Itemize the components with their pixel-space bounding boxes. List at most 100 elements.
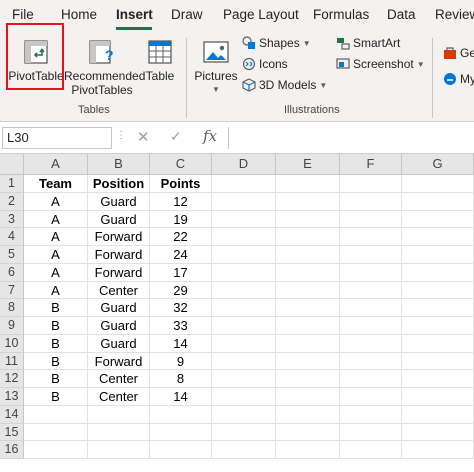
- cell[interactable]: 14: [150, 388, 212, 406]
- column-header[interactable]: C: [150, 154, 212, 175]
- cell[interactable]: 17: [150, 263, 212, 282]
- cell[interactable]: A: [24, 281, 88, 300]
- cell[interactable]: [402, 317, 474, 335]
- row-header[interactable]: 16: [0, 441, 24, 459]
- recommended-pivottables-button[interactable]: ? Recommended PivotTables: [64, 38, 145, 97]
- cell[interactable]: [276, 334, 340, 353]
- cell[interactable]: [212, 441, 276, 459]
- cell[interactable]: B: [24, 299, 88, 317]
- name-box[interactable]: L30: [2, 127, 112, 149]
- cell[interactable]: 9: [150, 352, 212, 371]
- cell[interactable]: B: [24, 352, 88, 371]
- cell[interactable]: 24: [150, 246, 212, 264]
- cell[interactable]: [212, 334, 276, 353]
- cell[interactable]: [212, 192, 276, 211]
- cell[interactable]: [340, 299, 402, 317]
- cell[interactable]: [24, 441, 88, 459]
- cell[interactable]: [212, 405, 276, 424]
- cell[interactable]: [340, 423, 402, 442]
- cell[interactable]: Center: [88, 281, 150, 300]
- cell[interactable]: Forward: [88, 352, 150, 371]
- column-header[interactable]: G: [402, 154, 474, 175]
- cell[interactable]: [276, 263, 340, 282]
- cell[interactable]: [340, 370, 402, 388]
- column-header[interactable]: A: [24, 154, 88, 175]
- cell[interactable]: [276, 405, 340, 424]
- row-header[interactable]: 1: [0, 175, 24, 193]
- cell[interactable]: 19: [150, 210, 212, 229]
- formula-input[interactable]: [228, 127, 474, 149]
- cell[interactable]: [212, 228, 276, 246]
- tab-review[interactable]: Review: [435, 7, 474, 22]
- cell[interactable]: 32: [150, 299, 212, 317]
- cell[interactable]: [340, 246, 402, 264]
- cell[interactable]: [402, 334, 474, 353]
- cell[interactable]: [402, 192, 474, 211]
- cell[interactable]: [340, 210, 402, 229]
- cell[interactable]: [212, 263, 276, 282]
- cell[interactable]: [402, 352, 474, 371]
- cell[interactable]: [402, 299, 474, 317]
- cell[interactable]: A: [24, 263, 88, 282]
- screenshot-button[interactable]: Screenshot ▼: [336, 57, 425, 71]
- cell[interactable]: Points: [150, 175, 212, 193]
- more-icon[interactable]: ⋮: [116, 130, 126, 141]
- cell[interactable]: [24, 423, 88, 442]
- cell[interactable]: [150, 405, 212, 424]
- cell[interactable]: 22: [150, 228, 212, 246]
- tab-formulas[interactable]: Formulas: [313, 7, 369, 22]
- cell[interactable]: 33: [150, 317, 212, 335]
- cell[interactable]: [212, 388, 276, 406]
- cell[interactable]: A: [24, 246, 88, 264]
- row-header[interactable]: 11: [0, 352, 24, 371]
- cell[interactable]: [24, 405, 88, 424]
- cell[interactable]: [402, 263, 474, 282]
- tab-draw[interactable]: Draw: [171, 7, 203, 22]
- cell[interactable]: [212, 299, 276, 317]
- cell[interactable]: Center: [88, 388, 150, 406]
- insert-function-icon[interactable]: fx: [203, 127, 217, 145]
- cell[interactable]: [340, 405, 402, 424]
- tab-file[interactable]: File: [12, 7, 34, 22]
- cell[interactable]: [402, 405, 474, 424]
- cell[interactable]: [340, 228, 402, 246]
- row-header[interactable]: 3: [0, 210, 24, 229]
- enter-icon[interactable]: ✓: [170, 128, 182, 145]
- cell[interactable]: [212, 352, 276, 371]
- cell[interactable]: Guard: [88, 192, 150, 211]
- cell[interactable]: Guard: [88, 317, 150, 335]
- cell[interactable]: [402, 423, 474, 442]
- tab-data[interactable]: Data: [387, 7, 416, 22]
- cell[interactable]: B: [24, 334, 88, 353]
- pictures-button[interactable]: Pictures ▼: [194, 38, 238, 97]
- row-header[interactable]: 4: [0, 228, 24, 246]
- row-header[interactable]: 9: [0, 317, 24, 335]
- cell[interactable]: [340, 175, 402, 193]
- cell[interactable]: [276, 370, 340, 388]
- row-header[interactable]: 15: [0, 423, 24, 442]
- row-header[interactable]: 10: [0, 334, 24, 353]
- cell[interactable]: [212, 246, 276, 264]
- cell[interactable]: [340, 192, 402, 211]
- cell[interactable]: [212, 210, 276, 229]
- cell[interactable]: [402, 388, 474, 406]
- icons-button[interactable]: Icons: [242, 57, 288, 71]
- cell[interactable]: Forward: [88, 263, 150, 282]
- cell[interactable]: [402, 210, 474, 229]
- cell[interactable]: [276, 228, 340, 246]
- cell[interactable]: [402, 228, 474, 246]
- cell[interactable]: [276, 299, 340, 317]
- cell[interactable]: Forward: [88, 228, 150, 246]
- row-header[interactable]: 14: [0, 405, 24, 424]
- cell[interactable]: [88, 423, 150, 442]
- cell[interactable]: A: [24, 210, 88, 229]
- my-addins-button[interactable]: My: [443, 72, 474, 86]
- row-header[interactable]: 13: [0, 388, 24, 406]
- cell[interactable]: [212, 370, 276, 388]
- column-header[interactable]: B: [88, 154, 150, 175]
- table-button[interactable]: Table: [143, 38, 177, 83]
- cell[interactable]: Position: [88, 175, 150, 193]
- cell[interactable]: B: [24, 317, 88, 335]
- cell[interactable]: 29: [150, 281, 212, 300]
- cell[interactable]: Forward: [88, 246, 150, 264]
